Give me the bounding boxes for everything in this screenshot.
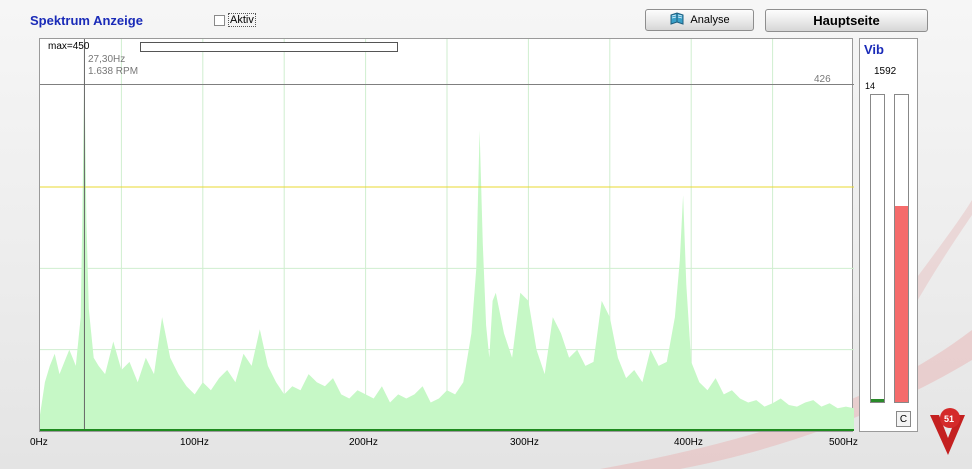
analyse-label: Analyse bbox=[690, 14, 730, 26]
vib-bar-right bbox=[894, 94, 909, 403]
page-title: Spektrum Anzeige bbox=[30, 13, 143, 28]
vib-panel: Vib 1592 14 C bbox=[859, 38, 918, 432]
vib-bar-left-fill bbox=[871, 398, 884, 402]
vib-value: 1592 bbox=[874, 66, 897, 77]
hauptseite-button[interactable]: Hauptseite bbox=[765, 9, 928, 32]
vib-title: Vib bbox=[864, 42, 884, 57]
clear-button[interactable]: C bbox=[896, 411, 911, 427]
vib-bar-left bbox=[870, 94, 885, 403]
level-bar bbox=[140, 42, 398, 52]
aktiv-toggle[interactable]: Aktiv bbox=[214, 13, 256, 27]
book-icon bbox=[669, 11, 685, 29]
aktiv-label: Aktiv bbox=[228, 13, 256, 27]
analyse-button[interactable]: Analyse bbox=[645, 9, 754, 31]
spectrum-chart[interactable]: max=450 27,30Hz 1.638 RPM 426 bbox=[39, 38, 854, 432]
svg-text:51: 51 bbox=[944, 414, 954, 424]
vib-small-value: 14 bbox=[865, 81, 876, 91]
max-label: max=450 bbox=[48, 41, 90, 52]
vib-bar-right-fill bbox=[895, 205, 908, 402]
aktiv-checkbox[interactable] bbox=[214, 14, 225, 26]
reference-value: 426 bbox=[814, 74, 831, 85]
cursor-rpm: 1.638 RPM bbox=[88, 66, 139, 77]
cursor-frequency: 27,30Hz bbox=[88, 54, 126, 65]
spectrum-svg bbox=[40, 39, 854, 431]
